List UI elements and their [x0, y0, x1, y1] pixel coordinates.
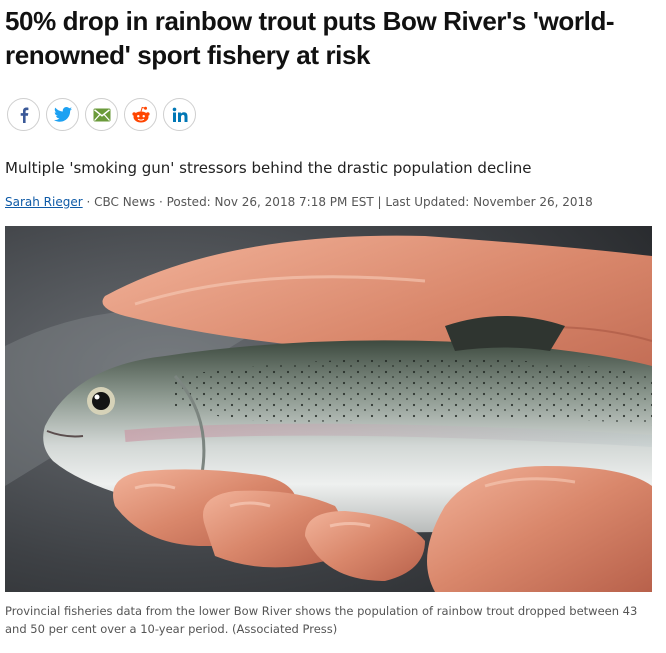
share-twitter-button[interactable] — [46, 98, 79, 131]
reddit-icon — [131, 106, 150, 122]
twitter-icon — [53, 107, 72, 122]
trout-photo-image — [5, 226, 652, 592]
byline-meta: · CBC News · Posted: Nov 26, 2018 7:18 P… — [82, 195, 593, 209]
share-facebook-button[interactable] — [7, 98, 40, 131]
linkedin-icon — [172, 107, 187, 122]
article-headline: 50% drop in rainbow trout puts Bow River… — [5, 6, 615, 70]
email-icon — [93, 108, 110, 121]
share-email-button[interactable] — [85, 98, 118, 131]
share-bar — [7, 98, 196, 131]
facebook-icon — [20, 107, 28, 123]
photo-caption: Provincial fisheries data from the lower… — [5, 604, 638, 636]
share-linkedin-button[interactable] — [163, 98, 196, 131]
byline: Sarah Rieger · CBC News · Posted: Nov 26… — [5, 193, 593, 211]
article-photo — [5, 226, 652, 592]
author-link[interactable]: Sarah Rieger — [5, 195, 83, 209]
article-subheadline: Multiple 'smoking gun' stressors behind … — [5, 159, 532, 177]
share-reddit-button[interactable] — [124, 98, 157, 131]
